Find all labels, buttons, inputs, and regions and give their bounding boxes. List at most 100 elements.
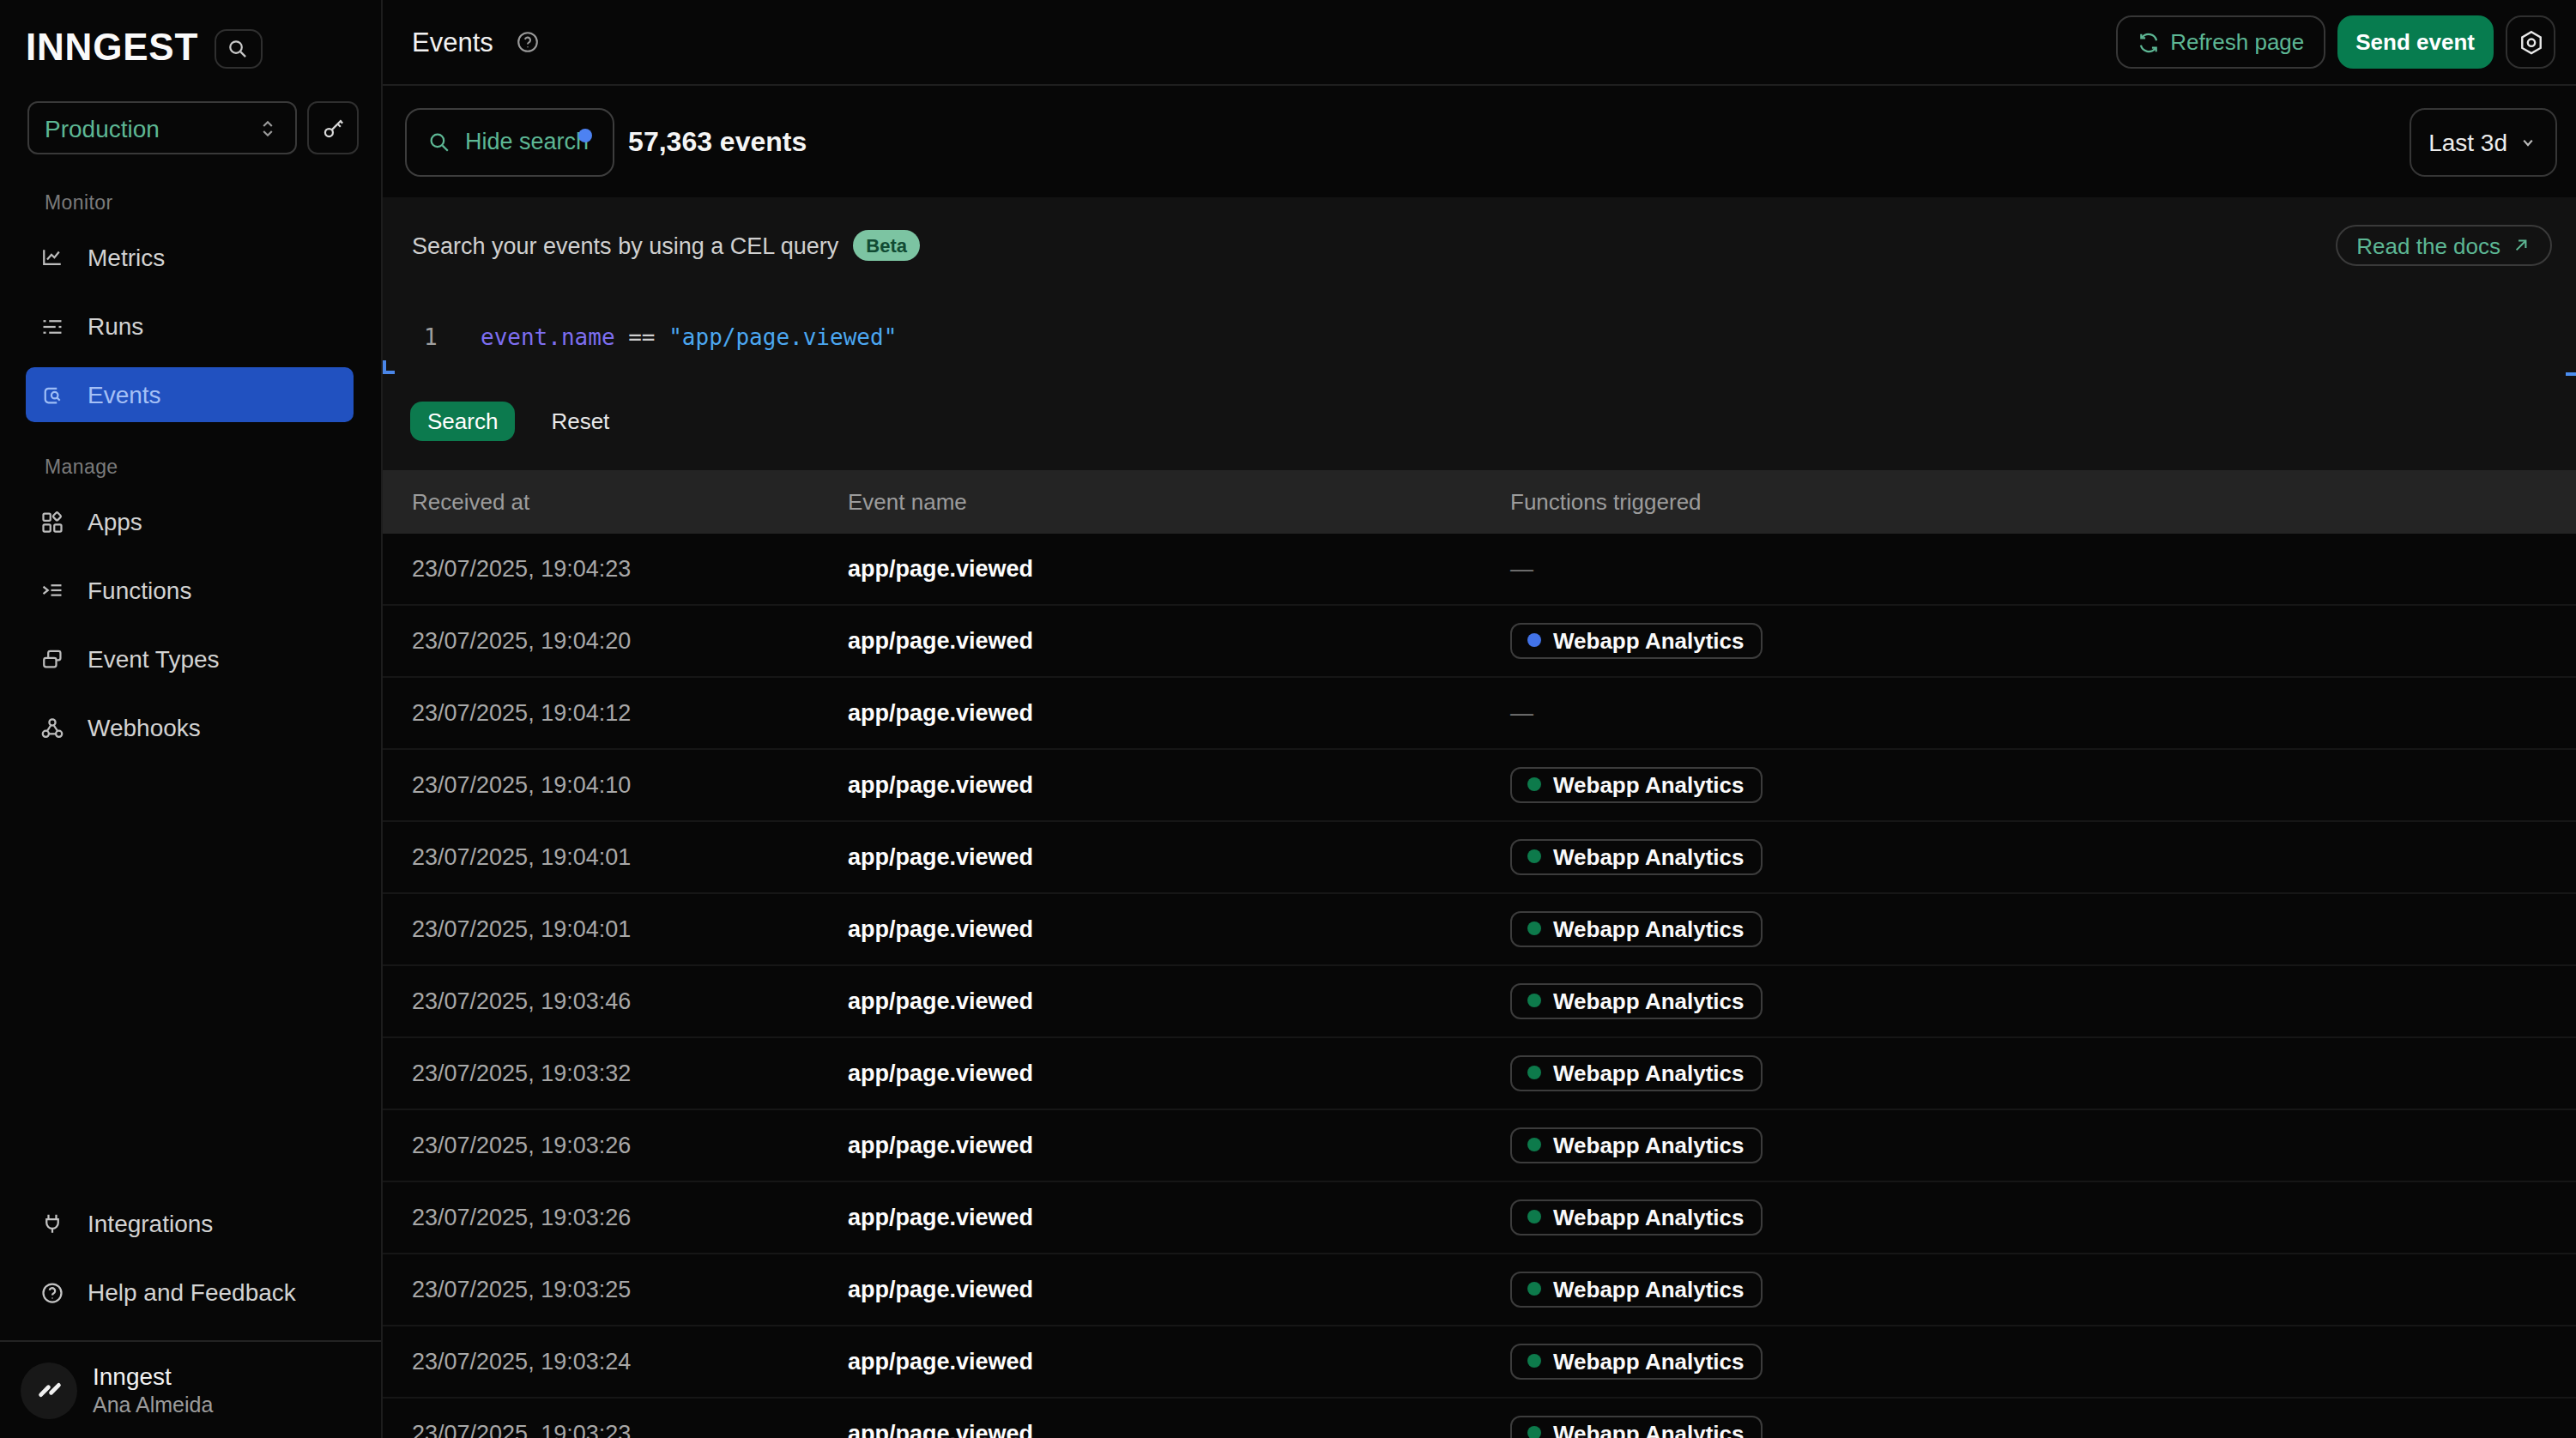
function-badge[interactable]: Webapp Analytics	[1510, 838, 1763, 874]
runs-icon	[39, 313, 65, 339]
cel-query-text: event.name == "app/page.viewed"	[481, 323, 897, 349]
table-row[interactable]: 23/07/2025, 19:03:23 app/page.viewed Web…	[383, 1398, 2576, 1438]
table-row[interactable]: 23/07/2025, 19:04:01 app/page.viewed Web…	[383, 821, 2576, 893]
sidebar-item-apps[interactable]: Apps	[26, 494, 354, 549]
sidebar-item-help[interactable]: Help and Feedback	[0, 1258, 381, 1326]
event-name-cell: app/page.viewed	[848, 555, 1510, 581]
sidebar-search-button[interactable]	[214, 28, 262, 68]
function-badge[interactable]: Webapp Analytics	[1510, 1054, 1763, 1091]
sidebar-item-label: Functions	[88, 577, 191, 604]
sidebar-item-label: Metrics	[88, 244, 165, 271]
event-name-cell: app/page.viewed	[848, 699, 1510, 725]
reset-button[interactable]: Reset	[551, 408, 609, 434]
function-badge[interactable]: Webapp Analytics	[1510, 1415, 1763, 1438]
received-at-cell: 23/07/2025, 19:03:24	[412, 1348, 848, 1374]
search-icon	[427, 130, 451, 154]
no-functions-dash: —	[1510, 556, 1533, 582]
sidebar-item-functions[interactable]: Functions	[26, 563, 354, 618]
function-badge[interactable]: Webapp Analytics	[1510, 622, 1763, 658]
environment-selector[interactable]: Production	[27, 101, 297, 154]
section-label-monitor: Monitor	[45, 192, 381, 213]
function-status-dot	[1527, 994, 1541, 1007]
table-row[interactable]: 23/07/2025, 19:03:26 app/page.viewed Web…	[383, 1109, 2576, 1181]
sidebar-item-integrations[interactable]: Integrations	[0, 1189, 381, 1258]
search-button[interactable]: Search	[410, 402, 515, 441]
page-title: Events	[412, 27, 493, 57]
received-at-cell: 23/07/2025, 19:03:26	[412, 1204, 848, 1230]
environment-row: Production	[27, 101, 381, 154]
chevron-up-down-icon	[257, 116, 278, 140]
cel-panel-header: Search your events by using a CEL query …	[383, 197, 2576, 266]
received-at-cell: 23/07/2025, 19:03:23	[412, 1420, 848, 1438]
functions-cell: Webapp Analytics	[1510, 1127, 2576, 1163]
received-at-cell: 23/07/2025, 19:04:12	[412, 699, 848, 725]
table-row[interactable]: 23/07/2025, 19:04:01 app/page.viewed Web…	[383, 893, 2576, 965]
table-row[interactable]: 23/07/2025, 19:04:23 app/page.viewed —	[383, 533, 2576, 605]
sidebar-item-runs[interactable]: Runs	[26, 299, 354, 353]
function-name: Webapp Analytics	[1553, 843, 1745, 869]
functions-icon	[39, 577, 65, 603]
cel-token-operator: ==	[615, 323, 669, 349]
table-row[interactable]: 23/07/2025, 19:03:26 app/page.viewed Web…	[383, 1181, 2576, 1254]
event-name-cell: app/page.viewed	[848, 1276, 1510, 1302]
function-badge[interactable]: Webapp Analytics	[1510, 1343, 1763, 1379]
event-keys-button[interactable]	[307, 101, 359, 154]
notification-dot	[578, 128, 592, 142]
event-name-cell: app/page.viewed	[848, 843, 1510, 869]
sidebar-item-events[interactable]: Events	[26, 367, 354, 422]
function-badge[interactable]: Webapp Analytics	[1510, 1199, 1763, 1235]
function-name: Webapp Analytics	[1553, 1348, 1745, 1374]
cel-panel-title: Search your events by using a CEL query	[412, 233, 838, 258]
event-name-cell: app/page.viewed	[848, 1420, 1510, 1438]
function-badge[interactable]: Webapp Analytics	[1510, 1127, 1763, 1163]
read-docs-label: Read the docs	[2356, 233, 2500, 258]
sidebar-item-label: Help and Feedback	[88, 1278, 296, 1306]
environment-value: Production	[45, 114, 160, 142]
user-profile[interactable]: Inngest Ana Almeida	[0, 1340, 381, 1438]
received-at-cell: 23/07/2025, 19:03:26	[412, 1132, 848, 1157]
search-toolbar: Hide search 57,363 events Last 3d	[383, 86, 2576, 197]
no-functions-dash: —	[1510, 700, 1533, 726]
send-event-button[interactable]: Send event	[2337, 15, 2494, 69]
function-badge[interactable]: Webapp Analytics	[1510, 766, 1763, 802]
refresh-page-button[interactable]: Refresh page	[2115, 15, 2325, 69]
time-range-selector[interactable]: Last 3d	[2410, 107, 2557, 176]
hide-search-button[interactable]: Hide search	[405, 107, 614, 176]
table-row[interactable]: 23/07/2025, 19:03:32 app/page.viewed Web…	[383, 1037, 2576, 1109]
refresh-icon	[2136, 30, 2160, 54]
event-name-cell: app/page.viewed	[848, 1348, 1510, 1374]
line-number: 1	[424, 323, 439, 349]
function-badge[interactable]: Webapp Analytics	[1510, 1271, 1763, 1307]
table-row[interactable]: 23/07/2025, 19:03:46 app/page.viewed Web…	[383, 965, 2576, 1037]
events-count: 57,363 events	[628, 126, 807, 157]
function-badge[interactable]: Webapp Analytics	[1510, 910, 1763, 946]
beta-badge: Beta	[852, 230, 921, 261]
table-row[interactable]: 23/07/2025, 19:04:12 app/page.viewed —	[383, 677, 2576, 749]
received-at-cell: 23/07/2025, 19:04:01	[412, 915, 848, 941]
function-badge[interactable]: Webapp Analytics	[1510, 982, 1763, 1018]
send-event-label: Send event	[2355, 29, 2475, 55]
functions-cell: Webapp Analytics	[1510, 1054, 2576, 1091]
page-help-icon[interactable]	[516, 29, 541, 55]
settings-button[interactable]	[2506, 15, 2555, 69]
event-name-cell: app/page.viewed	[848, 771, 1510, 797]
editor-cursor-mark	[383, 360, 395, 374]
table-row[interactable]: 23/07/2025, 19:04:10 app/page.viewed Web…	[383, 749, 2576, 821]
table-row[interactable]: 23/07/2025, 19:03:25 app/page.viewed Web…	[383, 1254, 2576, 1326]
events-table: Received at Event name Functions trigger…	[383, 469, 2576, 1438]
sidebar-item-label: Apps	[88, 508, 142, 535]
function-status-dot	[1527, 1210, 1541, 1224]
table-row[interactable]: 23/07/2025, 19:04:20 app/page.viewed Web…	[383, 605, 2576, 677]
apps-icon	[39, 509, 65, 535]
cel-query-editor[interactable]: 1 event.name == "app/page.viewed"	[383, 309, 897, 364]
function-status-dot	[1527, 1282, 1541, 1296]
read-the-docs-button[interactable]: Read the docs	[2336, 225, 2552, 266]
sidebar-item-webhooks[interactable]: Webhooks	[26, 700, 354, 755]
metrics-icon	[39, 245, 65, 270]
sidebar-item-metrics[interactable]: Metrics	[26, 230, 354, 285]
webhooks-icon	[39, 715, 65, 740]
sidebar-item-event-types[interactable]: Event Types	[26, 631, 354, 686]
sidebar-spacer	[0, 762, 381, 1189]
function-status-dot	[1527, 1138, 1541, 1151]
table-row[interactable]: 23/07/2025, 19:03:24 app/page.viewed Web…	[383, 1326, 2576, 1398]
